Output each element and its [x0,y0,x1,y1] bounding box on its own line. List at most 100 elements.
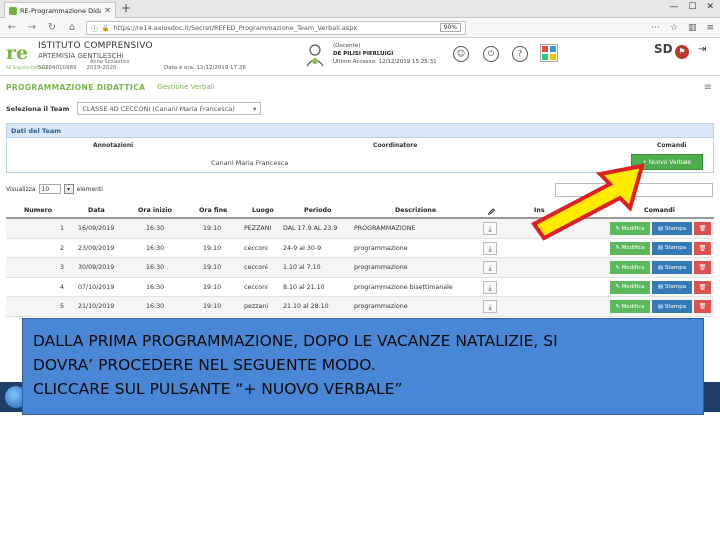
th-attachment-icon[interactable]: 🖉 [488,207,495,218]
th-ora-inizio[interactable]: Ora inizio [138,207,172,214]
stampa-button[interactable]: ▤ Stampa [652,300,692,313]
support-icon[interactable]: ☺ [453,46,469,62]
brand-logo: SD [654,42,673,56]
cell-data: 23/09/2019 [78,244,115,252]
user-avatar-icon [306,44,324,67]
close-tab-icon[interactable]: ✕ [104,6,111,15]
entries-prefix: Visualizza [6,185,36,193]
cell-descrizione: PROGRAMMAZIONE [354,225,416,232]
minimize-icon[interactable]: — [669,2,678,12]
cell-ora-fine: 19:10 [203,225,222,232]
window-controls: — ☐ ✕ [669,2,714,12]
stampa-label: Stampa [664,225,687,232]
cell-ora-fine: 19:10 [203,303,222,310]
apps-grid-icon[interactable] [540,44,558,62]
delete-button[interactable]: 🗑 [694,222,711,235]
modifica-button[interactable]: ✎ Modifica [610,261,650,274]
cell-numero: 3 [60,264,65,271]
download-icon[interactable]: ⤓ [483,300,497,313]
exit-icon[interactable]: ⇥ [698,44,706,55]
col-coordinatore: Coordinatore [373,142,418,149]
cell-numero: 1 [60,225,65,232]
entries-dropdown-icon[interactable]: ▾ [63,184,74,194]
power-icon[interactable]: ⏻ [483,46,499,62]
reload-icon[interactable]: ↻ [46,22,58,33]
cell-numero: 2 [60,244,65,252]
stampa-label: Stampa [664,245,687,251]
school-line1: ISTITUTO COMPRENSIVO [38,41,153,51]
lock-icon: 🔒 [101,23,110,32]
team-selector-row: Seleziona il Team CLASSE 4D CECCONI (Can… [6,102,262,115]
chevron-down-icon: ▾ [253,104,257,113]
cell-numero: 4 [60,283,65,291]
stampa-button[interactable]: ▤ Stampa [652,241,692,255]
delete-button[interactable]: 🗑 [694,280,711,294]
cell-data: 21/10/2019 [78,303,115,310]
hamburger-menu-icon[interactable]: ≡ [704,82,712,93]
cell-ora-fine: 19:10 [203,244,222,252]
site-header: re RE Registro Elettronico ISTITUTO COMP… [0,38,720,76]
table-row: 5 21/10/2019 16:30 19:10 pezzani 21.10 a… [6,297,714,317]
th-ora-fine[interactable]: Ora fine [199,207,227,214]
modifica-button[interactable]: ✎ Modifica [610,280,650,294]
help-icon[interactable]: ? [512,46,528,62]
cell-luogo: PEZZANI [244,225,272,232]
cell-periodo: 21.10 al 28.10 [283,303,329,310]
team-select[interactable]: CLASSE 4D CECCONI (Canani Maria Francesc… [77,102,262,115]
home-icon[interactable]: ⌂ [66,22,78,33]
cell-luogo: pezzani [244,303,269,310]
cell-ora-fine: 19:10 [203,283,222,291]
th-data[interactable]: Data [88,207,105,214]
school-year: 2019-2020 [86,65,117,71]
browser-tab[interactable]: RE-Programmazione Didattica ✕ [4,2,116,18]
zoom-level[interactable]: 90% [439,23,461,32]
notification-icon[interactable]: ⚑ [675,45,689,59]
user-last-access: Ultimo Accesso: 12/12/2019 15:25:31 [333,59,437,65]
download-icon[interactable]: ⤓ [483,241,497,255]
cell-ora-inizio: 16:30 [146,264,165,271]
delete-button[interactable]: 🗑 [694,241,711,255]
caption-line3: CLICCARE SUL PULSANTE “+ NUOVO VERBALE” [33,380,403,398]
entries-selector: Visualizza 10 ▾ elementi [6,184,103,194]
stampa-button[interactable]: ▤ Stampa [652,261,692,274]
entries-suffix: elementi [76,185,103,193]
forward-icon[interactable]: → [26,22,38,33]
maximize-icon[interactable]: ☐ [688,2,696,12]
stampa-label: Stampa [664,264,687,271]
download-icon[interactable]: ⤓ [483,222,497,235]
browser-tab-bar: RE-Programmazione Didattica ✕ + — ☐ ✕ [0,0,720,18]
cell-descrizione: programmazione [354,264,408,271]
modifica-button[interactable]: ✎ Modifica [610,241,650,255]
user-info: (Docente) DE PILISI PIERLUIGI Ultimo Acc… [333,42,437,66]
favicon-icon [9,6,17,15]
stampa-button[interactable]: ▤ Stampa [652,222,692,235]
cell-ora-inizio: 16:30 [146,244,165,252]
bookmark-star-icon[interactable]: ☆ [670,23,678,33]
new-tab-icon[interactable]: + [121,1,131,15]
th-numero[interactable]: Numero [24,207,52,214]
back-icon[interactable]: ← [6,22,18,33]
th-periodo[interactable]: Periodo [304,207,331,214]
delete-button[interactable]: 🗑 [694,300,711,313]
browser-nav-bar: ← → ↻ ⌂ ⓘ 🔒 https://re14.axiosdoc.it/Sec… [0,18,720,38]
cell-luogo: cecconi [244,244,268,252]
delete-button[interactable]: 🗑 [694,261,711,274]
info-icon[interactable]: ⓘ [91,23,98,33]
modifica-label: Modifica [621,303,645,310]
cell-luogo: cecconi [244,283,268,291]
library-icon[interactable]: ▥ [688,23,697,33]
stampa-button[interactable]: ▤ Stampa [652,280,692,294]
entries-count[interactable]: 10 [38,184,61,194]
cell-periodo: 8.10 al 21.10 [283,283,325,291]
th-luogo[interactable]: Luogo [252,207,274,214]
more-icon[interactable]: ⋯ [651,23,660,33]
th-descrizione[interactable]: Descrizione [395,207,436,214]
browser-toolbar-right: ⋯ ☆ ▥ ≡ [651,23,714,33]
menu-icon[interactable]: ≡ [706,23,714,33]
download-icon[interactable]: ⤓ [483,261,497,274]
close-window-icon[interactable]: ✕ [706,2,714,12]
download-icon[interactable]: ⤓ [483,280,497,294]
modifica-button[interactable]: ✎ Modifica [610,300,650,313]
address-bar[interactable]: ⓘ 🔒 https://re14.axiosdoc.it/Secret/REFE… [86,20,466,35]
table-row: 4 07/10/2019 16:30 19:10 cecconi 8.10 al… [6,278,714,297]
